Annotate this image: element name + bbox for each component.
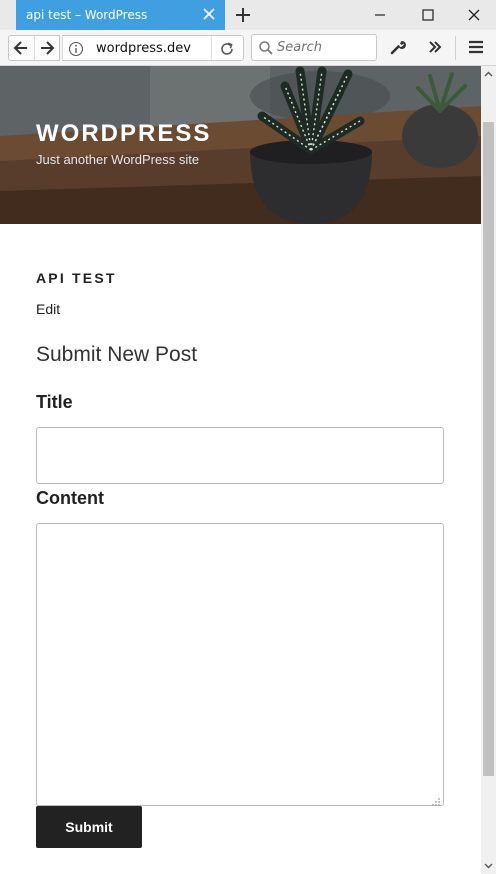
tab-title: api test – WordPress <box>26 8 148 22</box>
search-box[interactable] <box>251 34 377 61</box>
page-viewport: WORDPRESS Just another WordPress site AP… <box>0 66 481 874</box>
site-header: WORDPRESS Just another WordPress site <box>0 66 481 224</box>
chevron-down-icon[interactable] <box>481 858 496 874</box>
edit-link[interactable]: Edit <box>36 301 60 317</box>
tab-active[interactable]: api test – WordPress <box>16 0 225 30</box>
arrow-right-icon <box>41 41 55 55</box>
reload-icon[interactable] <box>219 41 235 57</box>
resize-grip-icon[interactable] <box>431 794 441 806</box>
page-title: API TEST <box>36 270 117 286</box>
title-input[interactable] <box>36 427 444 484</box>
double-chevron-icon[interactable] <box>425 37 445 57</box>
back-button[interactable] <box>8 35 34 61</box>
content-textarea[interactable] <box>36 523 444 806</box>
hamburger-icon[interactable] <box>466 37 486 57</box>
forward-button[interactable] <box>34 35 60 61</box>
nav-bar: wordpress.dev <box>0 30 496 66</box>
submit-button[interactable]: Submit <box>36 806 142 848</box>
search-input[interactable] <box>277 38 371 57</box>
scroll-thumb[interactable] <box>483 122 494 776</box>
plus-icon[interactable] <box>233 5 253 25</box>
search-icon <box>258 40 274 56</box>
window-close-icon[interactable] <box>464 5 484 25</box>
url-separator <box>211 36 212 60</box>
wrench-icon[interactable] <box>388 37 408 57</box>
url-text[interactable]: wordpress.dev <box>96 41 191 56</box>
minimize-icon[interactable] <box>370 5 390 25</box>
title-label: Title <box>36 392 73 412</box>
content-label: Content <box>36 488 104 508</box>
chevron-up-icon[interactable] <box>481 66 496 82</box>
arrow-left-icon <box>13 41 27 55</box>
form-heading: Submit New Post <box>36 343 198 366</box>
tab-strip: api test – WordPress <box>0 0 496 30</box>
scrollbar[interactable] <box>481 66 496 874</box>
site-title[interactable]: WORDPRESS <box>36 120 211 148</box>
info-icon[interactable] <box>68 41 84 57</box>
maximize-icon[interactable] <box>418 5 438 25</box>
close-icon[interactable] <box>201 6 217 22</box>
url-bar[interactable]: wordpress.dev <box>62 35 244 61</box>
nav-divider <box>455 36 456 60</box>
site-description: Just another WordPress site <box>36 152 200 167</box>
